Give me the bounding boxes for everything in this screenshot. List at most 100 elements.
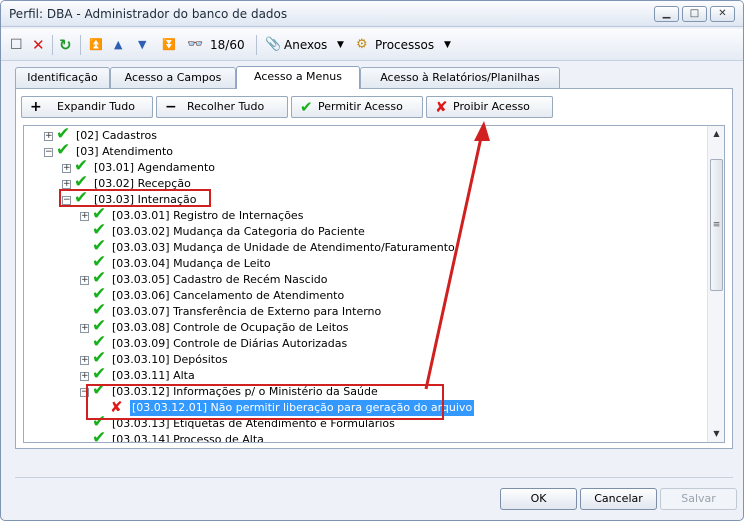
collapse-all-button[interactable]: − Recolher Tudo [156, 96, 288, 118]
tree-item-label: [03.03.05] Cadastro de Recém Nascido [112, 273, 328, 286]
minus-icon: − [165, 99, 177, 115]
scroll-up-icon[interactable]: ▲ [708, 126, 724, 142]
menu-tree[interactable]: + ✔ [02] Cadastros − ✔ [03] Atendimento + ✔ [03.… [23, 125, 725, 443]
tree-item-label: [03.03.07] Transferência de Externo para… [112, 305, 382, 318]
collapse-icon[interactable]: − [80, 388, 89, 397]
button-label: Permitir Acesso [318, 100, 403, 113]
tab-label: Acesso à Relatórios/Planilhas [380, 71, 540, 84]
maximize-button[interactable]: □ [682, 6, 707, 22]
tree-item[interactable]: ✔ [03.03.04] Mudança de Leito [24, 254, 704, 272]
tree-item[interactable]: + ✔ [03.03.11] Alta [24, 366, 704, 384]
tree-item-label: [03.03.11] Alta [112, 369, 195, 382]
tree-item-label: [03.03] Internação [94, 193, 197, 206]
allowed-icon[interactable]: ✔ [56, 142, 70, 159]
deny-access-button[interactable]: ✘ Proibir Acesso [426, 96, 553, 118]
expand-all-button[interactable]: + Expandir Tudo [21, 96, 153, 118]
minimize-icon: ▁ [662, 8, 671, 19]
tree-item-label: [03.03.14] Processo de Alta [112, 433, 264, 443]
denied-icon[interactable]: ✘ [110, 399, 123, 415]
tree-item[interactable]: + ✔ [03.01] Agendamento [24, 158, 704, 176]
tree-item[interactable]: − ✔ [03] Atendimento [24, 142, 704, 160]
tree-item[interactable]: ✔ [03.03.09] Controle de Diárias Autoriza… [24, 334, 704, 352]
tree-item-label: [03.03.01] Registro de Internações [112, 209, 304, 222]
expand-icon[interactable]: + [80, 372, 89, 381]
tree-item[interactable]: + ✔ [02] Cadastros [24, 126, 704, 144]
first-icon[interactable]: ⏫ [89, 35, 103, 55]
scroll-thumb[interactable]: ≡ [710, 159, 723, 291]
button-label: Expandir Tudo [57, 100, 135, 113]
tree-item[interactable]: + ✔ [03.03.01] Registro de Internações [24, 206, 704, 224]
close-button[interactable]: ✕ [710, 6, 735, 22]
title-bar: Perfil: DBA - Administrador do banco de … [1, 1, 743, 27]
tree-item[interactable]: + ✔ [03.03.10] Depósitos [24, 350, 704, 368]
minimize-button[interactable]: ▁ [654, 6, 679, 22]
tree-item-label: [03.03.08] Controle de Ocupação de Leito… [112, 321, 349, 334]
tree-item[interactable]: + ✔ [03.03.08] Controle de Ocupação de Lei… [24, 318, 704, 336]
tree-item[interactable]: ✔ [03.03.02] Mudança da Categoria do Paci… [24, 222, 704, 240]
collapse-icon[interactable]: − [44, 148, 53, 157]
close-icon: ✕ [718, 8, 727, 19]
new-icon[interactable]: ☐ [10, 35, 23, 55]
tree-item-label: [03] Atendimento [76, 145, 173, 158]
expand-icon[interactable]: + [62, 164, 71, 173]
chevron-down-icon[interactable]: ▼ [337, 35, 344, 55]
tree-item[interactable]: ✔ [03.03.14] Processo de Alta [24, 430, 704, 443]
refresh-icon[interactable]: ↻ [59, 35, 72, 55]
expand-icon[interactable]: + [80, 324, 89, 333]
tree-item-label: [03.03.04] Mudança de Leito [112, 257, 271, 270]
tab-menu-access[interactable]: Acesso a Menus [236, 66, 360, 89]
tree-item-label: [03.03.13] Etiquetas de Atendimento e Fo… [112, 417, 395, 430]
tree-item-label: [03.03.02] Mudança da Categoria do Pacie… [112, 225, 365, 238]
previous-icon[interactable]: ▲ [114, 35, 122, 55]
delete-icon[interactable]: ✕ [32, 35, 45, 55]
tree-item[interactable]: − ✔ [03.03] Internação [24, 190, 704, 208]
menu-access-panel: + Expandir Tudo − Recolher Tudo ✔ Permit… [15, 88, 733, 449]
expand-icon[interactable]: + [80, 212, 89, 221]
vertical-scrollbar[interactable]: ▲ ≡ ▼ [707, 126, 724, 442]
tree-item[interactable]: ✔ [03.03.13] Etiquetas de Atendimento e F… [24, 414, 704, 432]
tab-label: Acesso a Menus [253, 70, 342, 83]
chevron-down-icon[interactable]: ▼ [444, 35, 451, 55]
binoculars-icon[interactable]: 👓 [187, 35, 203, 55]
tree-item-label: [03.01] Agendamento [94, 161, 216, 174]
gears-icon: ⚙ [356, 37, 368, 52]
tab-identification[interactable]: Identificação [15, 67, 110, 88]
tree-item-label: [03.03.06] Cancelamento de Atendimento [112, 289, 345, 302]
expand-icon[interactable]: + [62, 180, 71, 189]
tree-item[interactable]: + ✔ [03.02] Recepção [24, 174, 704, 192]
button-label: Proibir Acesso [453, 100, 530, 113]
cancel-button[interactable]: Cancelar [580, 488, 657, 510]
toolbar: ☐ ✕ ↻ ⏫ ▲ ▼ ⏬ 👓 18/60 📎 Anexos ▼ ⚙ Proce… [1, 29, 743, 61]
tree-item-label: [03.03.12.01] Não permitir liberação par… [130, 400, 475, 416]
allowed-icon[interactable]: ✔ [92, 430, 106, 443]
check-icon: ✔ [300, 98, 313, 116]
scroll-down-icon[interactable]: ▼ [708, 426, 724, 442]
paperclip-icon: 📎 [265, 37, 282, 52]
tree-item-label: [03.02] Recepção [94, 177, 191, 190]
tree-item[interactable]: ✘ [03.03.12.01] Não permitir liberação pa… [24, 399, 704, 416]
next-icon[interactable]: ▼ [138, 35, 146, 55]
tree-item[interactable]: ✔ [03.03.06] Cancelamento de Atendimento [24, 286, 704, 304]
allow-access-button[interactable]: ✔ Permitir Acesso [291, 96, 423, 118]
processes-menu[interactable]: Processos [375, 35, 434, 55]
footer-divider [15, 477, 733, 478]
expand-icon[interactable]: + [44, 132, 53, 141]
tree-item[interactable]: − ✔ [03.03.12] Informações p/ o Ministério… [24, 382, 704, 400]
expand-icon[interactable]: + [80, 356, 89, 365]
allowed-icon[interactable]: ✔ [74, 190, 88, 207]
tree-item-label: [03.03.10] Depósitos [112, 353, 228, 366]
attachments-menu[interactable]: Anexos [284, 35, 327, 55]
tree-item[interactable]: + ✔ [03.03.05] Cadastro de Recém Nascido [24, 270, 704, 288]
save-button[interactable]: Salvar [660, 488, 737, 510]
allowed-icon[interactable]: ✔ [92, 382, 106, 399]
toolbar-separator [52, 35, 53, 55]
tree-item[interactable]: ✔ [03.03.07] Transferência de Externo par… [24, 302, 704, 320]
last-icon[interactable]: ⏬ [162, 35, 176, 55]
record-counter: 18/60 [210, 38, 245, 52]
tab-field-access[interactable]: Acesso a Campos [110, 67, 236, 88]
expand-icon[interactable]: + [80, 276, 89, 285]
collapse-icon[interactable]: − [62, 196, 71, 205]
tree-item[interactable]: ✔ [03.03.03] Mudança de Unidade de Atendi… [24, 238, 704, 256]
tab-report-access[interactable]: Acesso à Relatórios/Planilhas [360, 67, 560, 88]
ok-button[interactable]: OK [500, 488, 577, 510]
